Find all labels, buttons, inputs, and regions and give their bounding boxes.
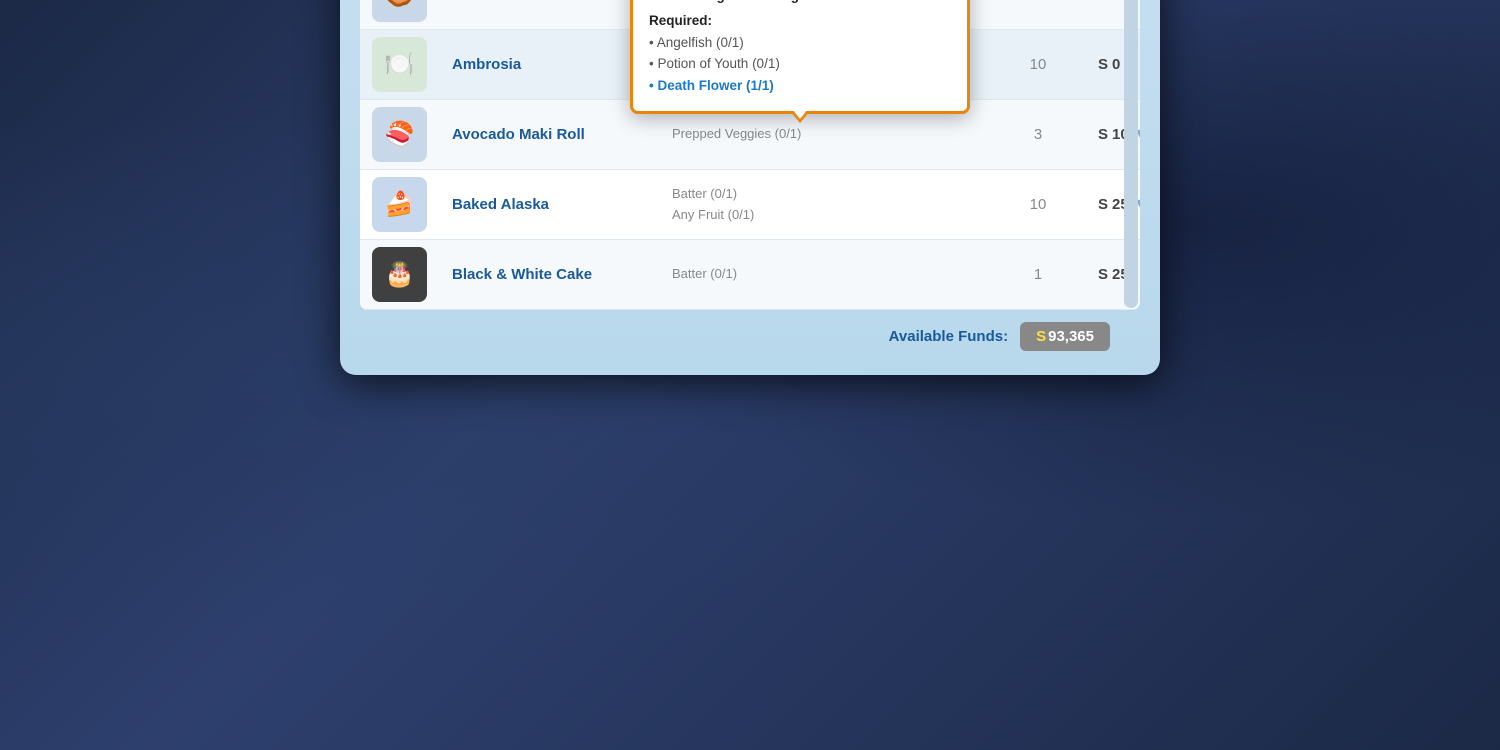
table-row[interactable]: 🍰 Baked Alaska Batter (0/1) Any Fruit (0… — [360, 170, 1140, 240]
simoleon-icon-4: S — [1098, 196, 1108, 213]
ingredient-any-fruit: Any Fruit (0/1) — [672, 205, 898, 226]
simoleon-icon-2: S — [1098, 56, 1108, 73]
recipe-name-avocado-maki: Avocado Maki Roll — [452, 126, 672, 143]
modal-footer: Available Funds: S93,365 — [340, 310, 1160, 355]
available-funds-value: S93,365 — [1020, 322, 1110, 351]
tooltip-ingredient-potion: • Potion of Youth (0/1) — [649, 53, 951, 75]
recipe-image-bw-cake: 🎂 — [372, 247, 427, 302]
recipe-image-avocado-maki: 🍣 — [372, 107, 427, 162]
simoleon-icon-5: S — [1098, 266, 1108, 283]
recipe-skill-bw-cake: 1 — [978, 266, 1098, 283]
ambrosia-tooltip: Ambrosia can bring a ghost back to life … — [630, 0, 970, 114]
modal-dialog: ✕ Cook a Gourmet Meal... ∞ 🥕 🐟⊘ 🐟 🐠 🧁 ✓ … — [340, 63, 1160, 687]
recipe-ingredients-baked-alaska: Batter (0/1) Any Fruit (0/1) — [672, 184, 898, 226]
tooltip-ingredient-death-flower: • Death Flower (1/1) — [649, 75, 951, 97]
tooltip-ingredient-angelfish: • Angelfish (0/1) — [649, 32, 951, 54]
recipe-ingredients-bw-cake: Batter (0/1) — [672, 264, 898, 285]
recipe-image-ambrosia: 🍽️ — [372, 37, 427, 92]
recipe-name-baked-alaska: Baked Alaska — [452, 196, 672, 213]
recipe-skill-ambrosia: 10 — [978, 56, 1098, 73]
ingredient-prepped-veggies: Prepped Veggies (0/1) — [672, 124, 898, 145]
ingredient-batter: Batter (0/1) — [672, 184, 898, 205]
funds-amount: 93,365 — [1048, 328, 1094, 345]
tooltip-title: Ambrosia can bring a ghost back to life … — [649, 0, 951, 6]
recipe-ingredients-avocado-maki: Prepped Veggies (0/1) — [672, 124, 898, 145]
scrollbar-track[interactable] — [1124, 0, 1138, 308]
funds-simoleon-icon: S — [1036, 328, 1046, 345]
simoleon-icon: S — [1098, 0, 1108, 3]
recipe-skill-almond-macarons: 1 — [978, 0, 1098, 3]
modal-container: ✕ Cook a Gourmet Meal... ∞ 🥕 🐟⊘ 🐟 🐠 🧁 ✓ … — [340, 0, 1160, 375]
recipe-image-baked-alaska: 🍰 — [372, 177, 427, 232]
table-row[interactable]: 🎂 Black & White Cake Batter (0/1) 1 S25 — [360, 240, 1140, 310]
ingredient-batter-2: Batter (0/1) — [672, 264, 898, 285]
available-funds-label: Available Funds: — [889, 328, 1008, 345]
recipe-skill-avocado-maki: 3 — [978, 126, 1098, 143]
recipe-image-almond-macarons: 🍪 — [372, 0, 427, 22]
simoleon-icon-3: S — [1098, 126, 1108, 143]
tooltip-required-label: Required: — [649, 10, 951, 32]
recipe-name-bw-cake: Black & White Cake — [452, 266, 672, 283]
recipe-skill-baked-alaska: 10 — [978, 196, 1098, 213]
